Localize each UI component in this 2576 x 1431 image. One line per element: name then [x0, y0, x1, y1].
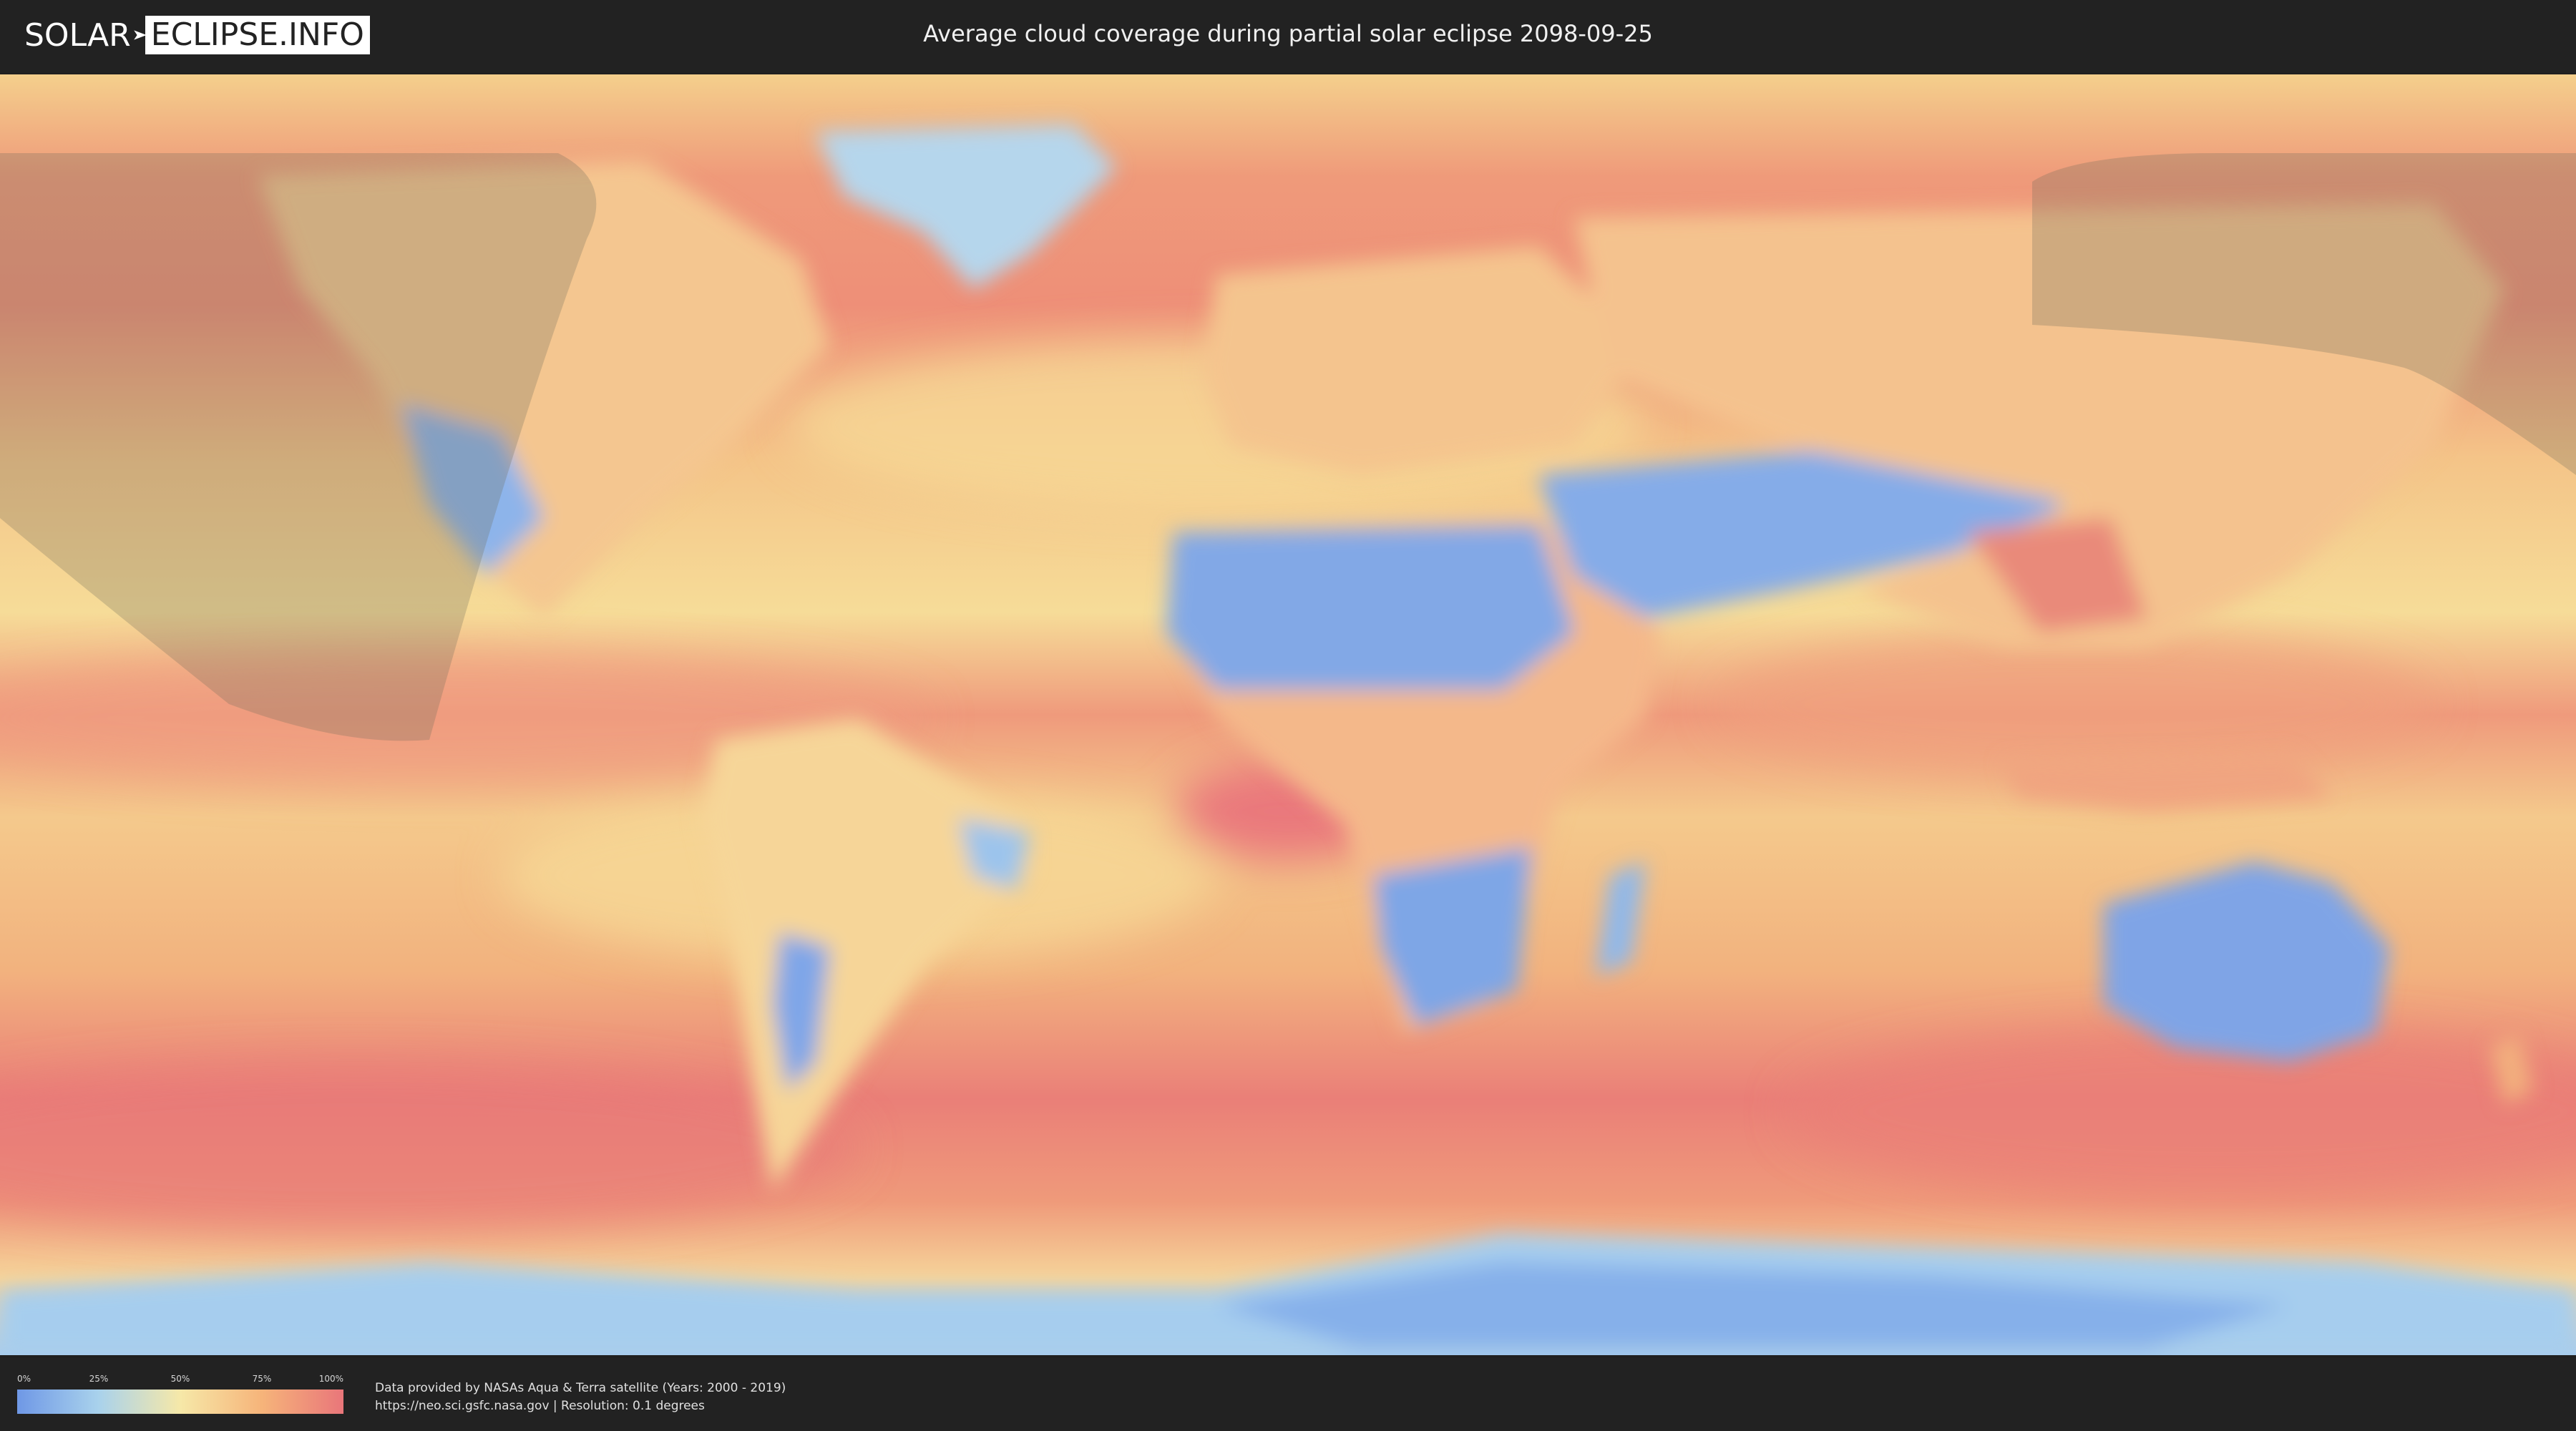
- credits-source: Data provided by NASAs Aqua & Terra sate…: [375, 1381, 786, 1395]
- header-bar: SOLAR ECLIPSE.INFO Average cloud coverag…: [0, 0, 2576, 73]
- cloud-coverage-legend: 0% 25% 50% 75% 100%: [17, 1374, 343, 1414]
- cloud-coverage-map[interactable]: [0, 74, 2576, 1355]
- world-map-svg: [0, 74, 2576, 1355]
- legend-color-bar: [17, 1390, 343, 1414]
- legend-ticks: 0% 25% 50% 75% 100%: [17, 1374, 343, 1387]
- legend-tick: 75%: [252, 1374, 272, 1384]
- footer-bar: 0% 25% 50% 75% 100% Data provided by NAS…: [0, 1358, 2576, 1431]
- credits-url-resolution[interactable]: https://neo.sci.gsfc.nasa.gov | Resoluti…: [375, 1397, 786, 1415]
- data-credits: Data provided by NASAs Aqua & Terra sate…: [375, 1379, 786, 1415]
- legend-tick: 0%: [17, 1374, 31, 1384]
- legend-tick: 100%: [318, 1374, 343, 1384]
- legend-tick: 25%: [89, 1374, 109, 1384]
- legend-tick: 50%: [170, 1374, 190, 1384]
- page-title: Average cloud coverage during partial so…: [923, 20, 1653, 47]
